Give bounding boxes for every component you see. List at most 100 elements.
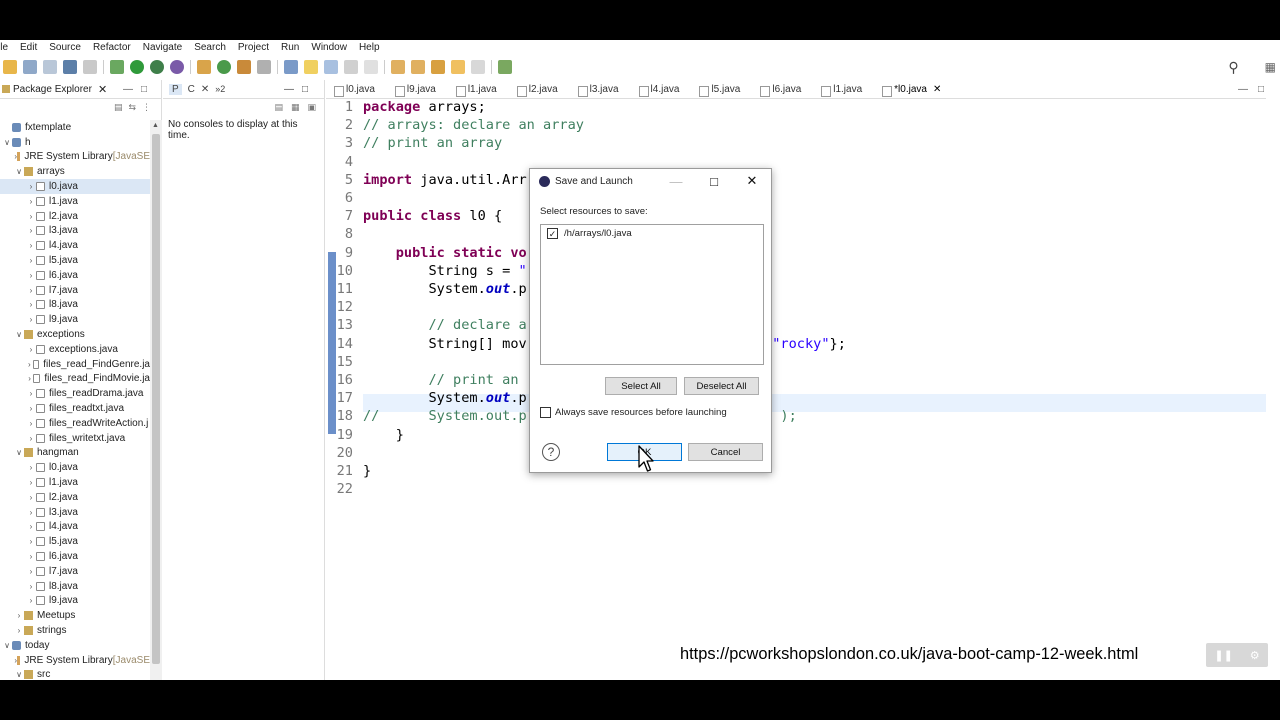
open-console-icon[interactable]: ▣: [307, 102, 316, 113]
maximize-icon[interactable]: □: [695, 174, 733, 189]
coverage-icon[interactable]: [150, 60, 164, 74]
link-with-editor-icon[interactable]: ⇆: [128, 102, 136, 113]
menu-refactor[interactable]: Refactor: [87, 42, 137, 53]
deselect-all-button[interactable]: Deselect All: [684, 377, 759, 395]
menu-window[interactable]: Window: [305, 42, 353, 53]
tab-p[interactable]: P: [169, 83, 182, 95]
chevron-down-icon[interactable]: ∨: [14, 670, 24, 679]
chevron-right-icon[interactable]: ›: [26, 493, 36, 502]
tree-item[interactable]: › Meetups: [0, 608, 150, 623]
more-views-icon[interactable]: »2: [215, 84, 225, 94]
tree-item[interactable]: › l7.java: [0, 564, 150, 579]
tree-item[interactable]: › files_writetxt.java: [0, 431, 150, 446]
chevron-down-icon[interactable]: ∨: [14, 167, 24, 176]
forward-icon[interactable]: [471, 60, 485, 74]
minimize-maximize-icons[interactable]: —□: [284, 84, 316, 95]
help-icon[interactable]: ?: [542, 443, 560, 461]
tree-item[interactable]: › files_readDrama.java: [0, 386, 150, 401]
chevron-right-icon[interactable]: ›: [26, 226, 36, 235]
chevron-right-icon[interactable]: ›: [26, 345, 36, 354]
chevron-right-icon[interactable]: ›: [26, 256, 36, 265]
next-annotation-icon[interactable]: [391, 60, 405, 74]
tree-item[interactable]: › JRE System Library [JavaSE: [0, 653, 150, 668]
tree-item[interactable]: › l8.java: [0, 298, 150, 313]
tree-item[interactable]: › files_readtxt.java: [0, 401, 150, 416]
block-selection-icon[interactable]: [324, 60, 338, 74]
tree-item[interactable]: › files_read_FindGenre.ja: [0, 357, 150, 372]
chevron-right-icon[interactable]: ›: [26, 567, 36, 576]
perspective-icon[interactable]: ▦: [1265, 60, 1276, 74]
tree-item[interactable]: › l2.java: [0, 490, 150, 505]
minimize-icon[interactable]: —: [657, 174, 695, 189]
tree-scrollbar[interactable]: ▲: [150, 120, 162, 680]
display-console-icon[interactable]: ▦: [291, 102, 300, 113]
tree-item[interactable]: ∨ hangman: [0, 446, 150, 461]
new-class-icon[interactable]: [217, 60, 231, 74]
chevron-right-icon[interactable]: ›: [14, 626, 24, 635]
chevron-right-icon[interactable]: ›: [26, 434, 36, 443]
tree-item[interactable]: › l7.java: [0, 283, 150, 298]
open-type-icon[interactable]: [237, 60, 251, 74]
tree-item[interactable]: ∨ src: [0, 667, 150, 680]
editor-tab[interactable]: l3.java: [570, 84, 631, 97]
tree-item[interactable]: › l6.java: [0, 549, 150, 564]
resource-checkbox[interactable]: ✓: [547, 228, 558, 239]
chevron-right-icon[interactable]: ›: [26, 286, 36, 295]
chevron-right-icon[interactable]: ›: [26, 271, 36, 280]
menu-help[interactable]: Help: [353, 42, 386, 53]
settings-icon[interactable]: ⚙: [1250, 649, 1260, 662]
chevron-right-icon[interactable]: ›: [26, 182, 36, 191]
last-edit-icon[interactable]: [431, 60, 445, 74]
external-tools-icon[interactable]: [170, 60, 184, 74]
tree-item[interactable]: › l0.java: [0, 179, 150, 194]
tree-item[interactable]: › l5.java: [0, 253, 150, 268]
minimize-maximize-icons[interactable]: —□: [1238, 84, 1274, 95]
toggle-mark-icon[interactable]: [284, 60, 298, 74]
tree-item[interactable]: › l4.java: [0, 520, 150, 535]
cancel-button[interactable]: Cancel: [688, 443, 763, 461]
tree-item[interactable]: › l2.java: [0, 209, 150, 224]
select-all-button[interactable]: Select All: [605, 377, 677, 395]
editor-tab[interactable]: l5.java: [691, 84, 752, 97]
tree-item[interactable]: › files_read_FindMovie.ja: [0, 372, 150, 387]
chevron-right-icon[interactable]: ›: [26, 389, 36, 398]
collapse-all-icon[interactable]: ▤: [114, 102, 123, 113]
chevron-down-icon[interactable]: ∨: [2, 641, 12, 650]
chevron-right-icon[interactable]: ›: [26, 596, 36, 605]
tree-item[interactable]: ∨ exceptions: [0, 327, 150, 342]
chevron-right-icon[interactable]: ›: [26, 315, 36, 324]
list-item[interactable]: ✓ /h/arrays/l0.java: [541, 225, 763, 242]
tree-item[interactable]: fxtemplate: [0, 120, 150, 135]
chevron-right-icon[interactable]: ›: [26, 241, 36, 250]
tree-item[interactable]: › l0.java: [0, 460, 150, 475]
save-all-icon[interactable]: [43, 60, 57, 74]
tree-item[interactable]: › exceptions.java: [0, 342, 150, 357]
search-icon[interactable]: ⚲: [1228, 59, 1238, 76]
package-explorer-tab[interactable]: Package Explorer ✕ —□: [0, 80, 161, 99]
menu-edit[interactable]: Edit: [14, 42, 43, 53]
editor-tab[interactable]: l1.java: [448, 84, 509, 97]
always-save-option[interactable]: Always save resources before launching: [540, 407, 727, 418]
tree-item[interactable]: › l9.java: [0, 312, 150, 327]
chevron-right-icon[interactable]: ›: [26, 582, 36, 591]
always-save-checkbox[interactable]: [540, 407, 551, 418]
search-toolbar-icon[interactable]: [257, 60, 271, 74]
chevron-right-icon[interactable]: ›: [26, 552, 36, 561]
chevron-right-icon[interactable]: ›: [14, 611, 24, 620]
editor-tab[interactable]: l2.java: [509, 84, 570, 97]
chevron-right-icon[interactable]: ›: [26, 508, 36, 517]
editor-tab[interactable]: l9.java: [387, 84, 448, 97]
tree-item[interactable]: › l6.java: [0, 268, 150, 283]
back-icon[interactable]: [451, 60, 465, 74]
minimize-maximize-icons[interactable]: —□: [123, 84, 155, 95]
menu-project[interactable]: Project: [232, 42, 275, 53]
scrollbar-thumb[interactable]: [152, 134, 160, 664]
tree-item[interactable]: › strings: [0, 623, 150, 638]
debug-icon[interactable]: [110, 60, 124, 74]
menu-source[interactable]: Source: [43, 42, 87, 53]
chevron-down-icon[interactable]: ∨: [2, 138, 12, 147]
tree-item[interactable]: › l5.java: [0, 534, 150, 549]
menu-file[interactable]: ile: [0, 42, 14, 53]
clear-console-icon[interactable]: ▤: [274, 102, 283, 113]
menu-navigate[interactable]: Navigate: [137, 42, 188, 53]
